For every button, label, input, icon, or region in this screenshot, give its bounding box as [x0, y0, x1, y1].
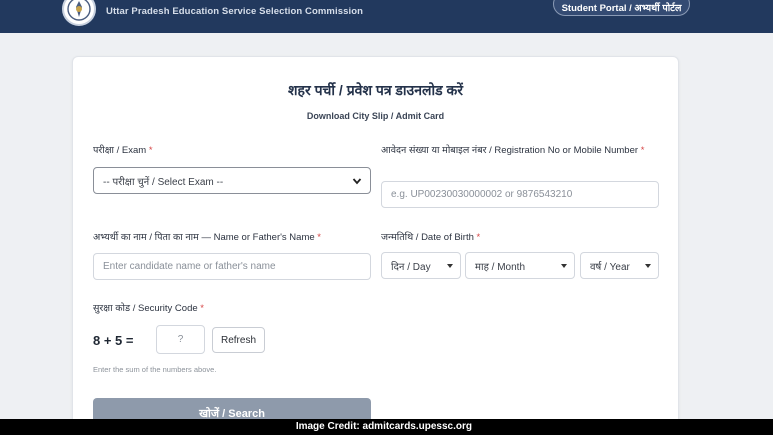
required-marker: *: [148, 145, 153, 156]
security-code-label: सुरक्षा कोड / Security Code *: [93, 303, 204, 314]
name-label: अभ्यर्थी का नाम / पिता का नाम — Name or …: [93, 232, 321, 243]
exam-label: परीक्षा / Exam *: [93, 145, 153, 156]
dob-year-select[interactable]: वर्ष / Year: [580, 252, 659, 279]
required-marker: *: [476, 232, 481, 243]
registration-label: आवेदन संख्या या मोबाइल नंबर / Registrati…: [381, 145, 645, 156]
chevron-down-icon: [352, 176, 362, 186]
caret-down-icon: [561, 263, 567, 269]
required-marker: *: [317, 232, 321, 243]
emblem-logo-icon: [62, 0, 96, 26]
required-marker: *: [200, 303, 204, 314]
caret-down-icon: [645, 263, 651, 269]
captcha-hint: Enter the sum of the numbers above.: [93, 365, 217, 374]
organization-name: Uttar Pradesh Education Service Selectio…: [106, 6, 364, 17]
exam-select[interactable]: -- परीक्षा चुनें / Select Exam --: [93, 167, 371, 194]
top-header: Uttar Pradesh Education Service Selectio…: [0, 0, 773, 33]
image-credit: Image Credit: admitcards.upessc.org: [295, 421, 472, 432]
registration-input[interactable]: e.g. UP00230030000002 or 9876543210: [381, 181, 659, 208]
dob-day-select[interactable]: दिन / Day: [381, 252, 461, 279]
exam-select-value: -- परीक्षा चुनें / Select Exam --: [103, 176, 224, 188]
name-input[interactable]: Enter candidate name or father's name: [93, 253, 371, 280]
captcha-question: 8 + 5 =: [93, 333, 134, 348]
dob-label: जन्मतिथि / Date of Birth *: [381, 232, 481, 243]
required-marker: *: [640, 145, 645, 156]
page-subtitle: Download City Slip / Admit Card: [306, 111, 445, 121]
dob-month-select[interactable]: माह / Month: [465, 252, 575, 279]
student-portal-button[interactable]: Student Portal / अभ्यर्थी पोर्टल: [553, 0, 690, 16]
admit-card-form-card: शहर पर्ची / प्रवेश पत्र डाउनलोड करें Dow…: [72, 56, 679, 426]
page-title: शहर पर्ची / प्रवेश पत्र डाउनलोड करें: [288, 82, 463, 98]
refresh-captcha-button[interactable]: Refresh: [212, 327, 265, 353]
caret-down-icon: [447, 263, 453, 269]
image-credit-bar: Image Credit: admitcards.upessc.org: [0, 419, 773, 435]
captcha-answer-input[interactable]: ?: [156, 325, 205, 354]
